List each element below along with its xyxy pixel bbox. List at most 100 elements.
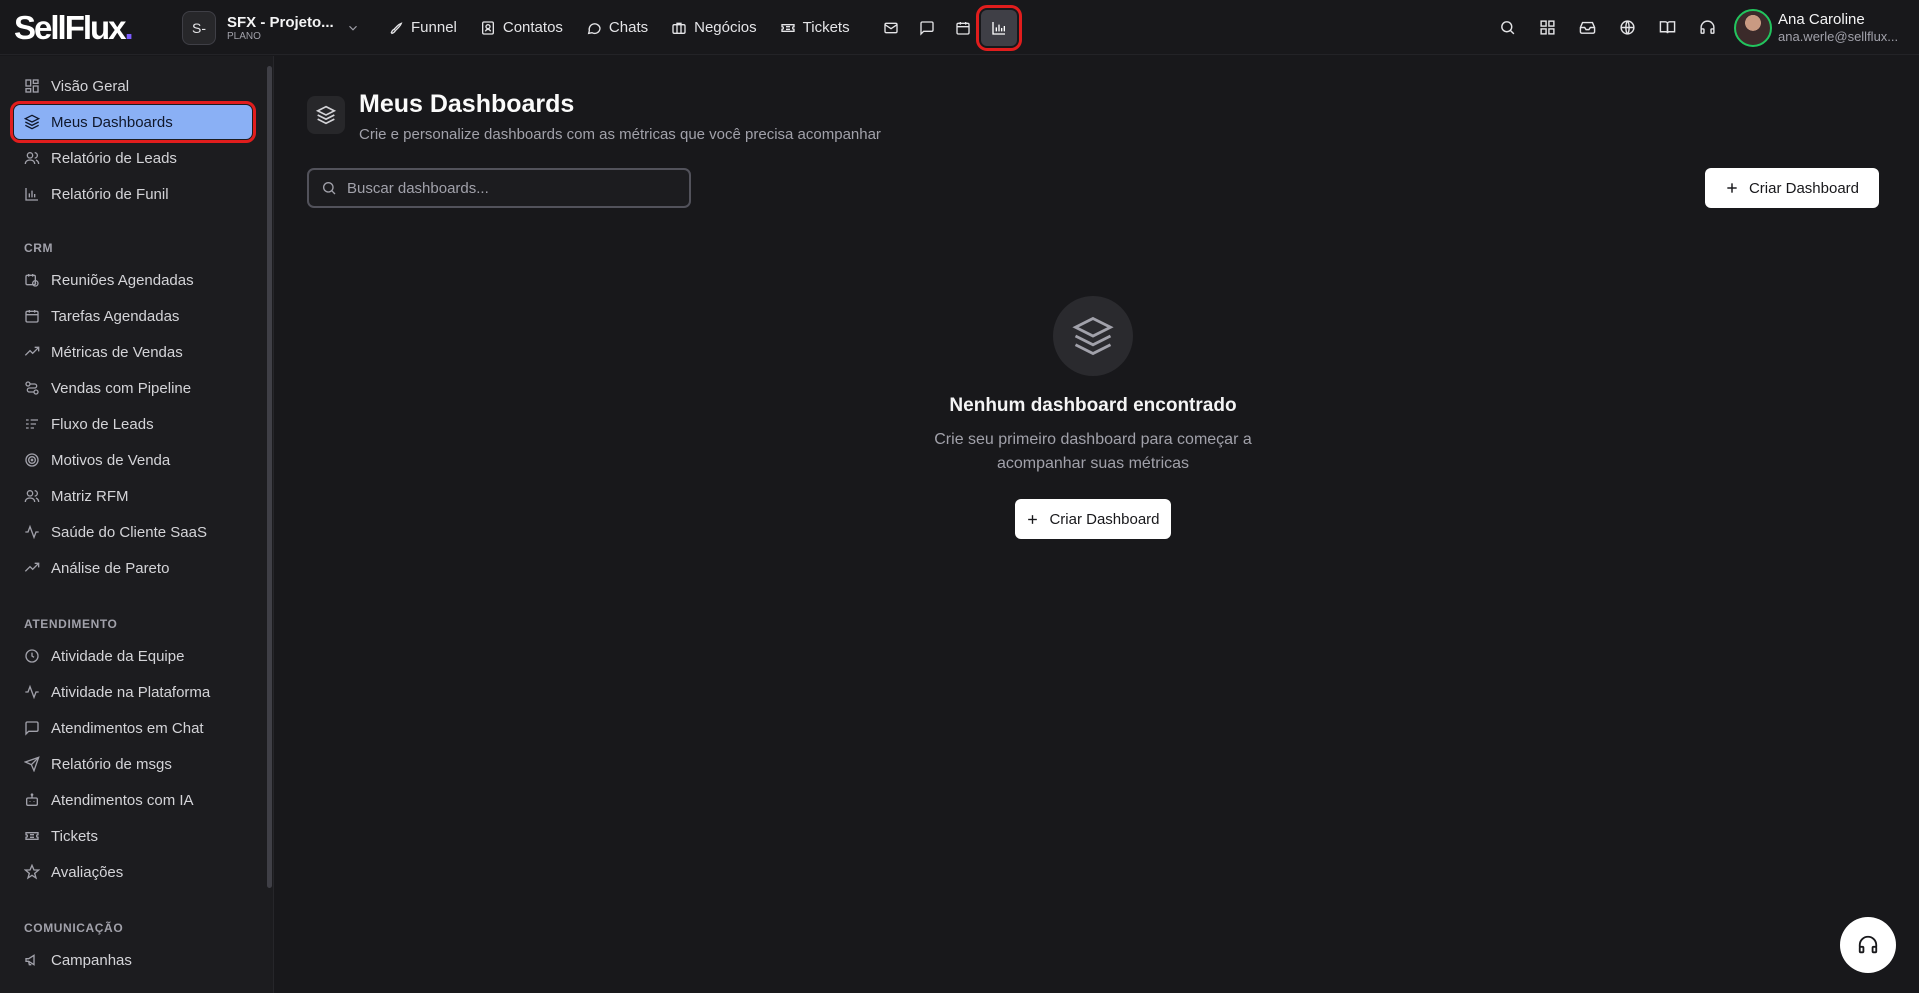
activity-icon <box>24 684 51 700</box>
sidebar-item-vendas-pipeline[interactable]: Vendas com Pipeline <box>14 371 252 405</box>
sidebar-item-relatorio-funil[interactable]: Relatório de Funil <box>14 177 252 211</box>
bar-chart-icon[interactable] <box>975 4 1022 51</box>
page-subtitle: Crie e personalize dashboards com as mét… <box>359 126 881 143</box>
sidebar-item-motivos-venda[interactable]: Motivos de Venda <box>14 443 252 477</box>
empty-create-dashboard-button[interactable]: Criar Dashboard <box>1015 499 1171 539</box>
search-icon[interactable] <box>1487 8 1527 48</box>
sidebar-item-relatorio-leads[interactable]: Relatório de Leads <box>14 141 252 175</box>
sidebar-item-label: Tickets <box>51 827 98 845</box>
sidebar-item-avaliacoes[interactable]: Avaliações <box>14 855 252 889</box>
trending-up-icon <box>24 560 51 576</box>
sidebar-item-label: Tarefas Agendadas <box>51 307 180 325</box>
sidebar-item-label: Relatório de Leads <box>51 149 177 167</box>
inbox-icon[interactable] <box>1567 8 1607 48</box>
calendar-icon[interactable] <box>945 10 981 46</box>
main-nav: Funnel Contatos Chats Negócios Tickets <box>388 0 1022 55</box>
sidebar: Visão Geral Meus Dashboards Relatório de… <box>0 56 274 993</box>
message-square-icon[interactable] <box>909 10 945 46</box>
nav-chats-label: Chats <box>608 19 649 36</box>
sidebar-item-label: Visão Geral <box>51 77 130 95</box>
empty-state-description: Crie seu primeiro dashboard para começar… <box>934 431 1252 472</box>
sidebar-item-meus-dashboards[interactable]: Meus Dashboards <box>10 101 256 143</box>
book-icon[interactable] <box>1647 8 1687 48</box>
section-title-crm: CRM <box>24 241 54 255</box>
sidebar-item-saude-cliente[interactable]: Saúde do Cliente SaaS <box>14 515 252 549</box>
search-input[interactable] <box>347 179 667 197</box>
sidebar-item-atendimentos-ia[interactable]: Atendimentos com IA <box>14 783 252 817</box>
search-box[interactable] <box>307 168 691 208</box>
user-name: Ana Caroline <box>1778 11 1865 28</box>
sellflux-logo[interactable]: SellFlux. <box>14 9 134 47</box>
sidebar-item-atendimentos-chat[interactable]: Atendimentos em Chat <box>14 711 252 745</box>
sidebar-item-pareto[interactable]: Análise de Pareto <box>14 551 252 585</box>
nav-contatos[interactable]: Contatos <box>480 19 563 36</box>
pipeline-icon <box>24 380 51 396</box>
grid-icon[interactable] <box>1527 8 1567 48</box>
headset-icon[interactable] <box>1687 8 1727 48</box>
chat-icon <box>586 20 609 36</box>
dashboard-grid-icon <box>24 78 51 94</box>
logo-text: SellFlux <box>14 9 127 46</box>
empty-create-dashboard-label: Criar Dashboard <box>1049 510 1160 528</box>
sidebar-scrollbar[interactable] <box>267 66 272 888</box>
user-email: ana.werle@sellflux... <box>1778 29 1899 44</box>
sidebar-item-tarefas[interactable]: Tarefas Agendadas <box>14 299 252 333</box>
nav-funnel[interactable]: Funnel <box>388 19 457 36</box>
nav-negocios[interactable]: Negócios <box>671 19 757 36</box>
sidebar-item-label: Métricas de Vendas <box>51 343 183 361</box>
calendar-clock-icon <box>24 272 51 288</box>
plus-icon <box>1026 513 1049 526</box>
sidebar-item-label: Atividade na Plataforma <box>51 683 211 701</box>
nav-chats[interactable]: Chats <box>586 19 648 36</box>
sidebar-item-campanhas[interactable]: Campanhas <box>14 943 252 977</box>
sidebar-item-label: Meus Dashboards <box>51 113 173 131</box>
message-square-icon <box>24 720 51 736</box>
sidebar-item-atividade-equipe[interactable]: Atividade da Equipe <box>14 639 252 673</box>
main-content: Meus Dashboards Crie e personalize dashb… <box>275 56 1919 993</box>
project-badge: S- <box>182 11 216 45</box>
sidebar-item-metricas-vendas[interactable]: Métricas de Vendas <box>14 335 252 369</box>
support-chat-button[interactable] <box>1840 917 1896 973</box>
nav-contatos-label: Contatos <box>502 19 563 36</box>
sidebar-item-label: Análise de Pareto <box>51 559 170 577</box>
briefcase-icon <box>671 20 694 36</box>
project-selector[interactable]: S- SFX - Projeto... PLANO <box>182 11 360 45</box>
sidebar-item-label: Relatório de msgs <box>51 755 172 773</box>
sidebar-item-matriz-rfm[interactable]: Matriz RFM <box>14 479 252 513</box>
activity-icon <box>24 524 51 540</box>
send-icon <box>24 756 51 772</box>
trending-up-icon <box>24 344 51 360</box>
layers-icon <box>1053 296 1133 376</box>
sidebar-item-label: Reuniões Agendadas <box>51 271 194 289</box>
sidebar-item-label: Atividade da Equipe <box>51 647 185 665</box>
layers-icon <box>24 114 51 130</box>
project-name: SFX - Projeto... <box>227 13 334 31</box>
avatar[interactable] <box>1734 9 1772 47</box>
mail-icon[interactable] <box>873 10 909 46</box>
user-menu[interactable]: Ana Caroline ana.werle@sellflux... <box>1734 9 1898 47</box>
empty-state-title: Nenhum dashboard encontrado <box>949 395 1237 416</box>
sidebar-item-label: Atendimentos com IA <box>51 791 194 809</box>
nav-tickets[interactable]: Tickets <box>780 19 850 36</box>
sidebar-item-atividade-plataforma[interactable]: Atividade na Plataforma <box>14 675 252 709</box>
ticket-icon <box>780 20 803 36</box>
layers-icon <box>307 96 345 134</box>
nav-negocios-label: Negócios <box>694 19 757 36</box>
page-title: Meus Dashboards <box>359 90 575 118</box>
sidebar-item-label: Vendas com Pipeline <box>51 379 192 397</box>
create-dashboard-button[interactable]: Criar Dashboard <box>1705 168 1879 208</box>
sidebar-item-visao-geral[interactable]: Visão Geral <box>14 69 252 103</box>
sidebar-item-relatorio-msgs[interactable]: Relatório de msgs <box>14 747 252 781</box>
section-title-atendimento: ATENDIMENTO <box>24 617 118 631</box>
sidebar-item-fluxo-leads[interactable]: Fluxo de Leads <box>14 407 252 441</box>
sidebar-item-label: Fluxo de Leads <box>51 415 154 433</box>
star-icon <box>24 864 51 880</box>
globe-icon[interactable] <box>1607 8 1647 48</box>
sidebar-item-label: Campanhas <box>51 951 132 969</box>
project-plan: PLANO <box>227 30 261 42</box>
list-filter-icon <box>24 416 51 432</box>
sidebar-item-tickets[interactable]: Tickets <box>14 819 252 853</box>
sidebar-item-reunioes[interactable]: Reuniões Agendadas <box>14 263 252 297</box>
sidebar-item-label: Avaliações <box>51 863 124 881</box>
users-icon <box>24 150 51 166</box>
